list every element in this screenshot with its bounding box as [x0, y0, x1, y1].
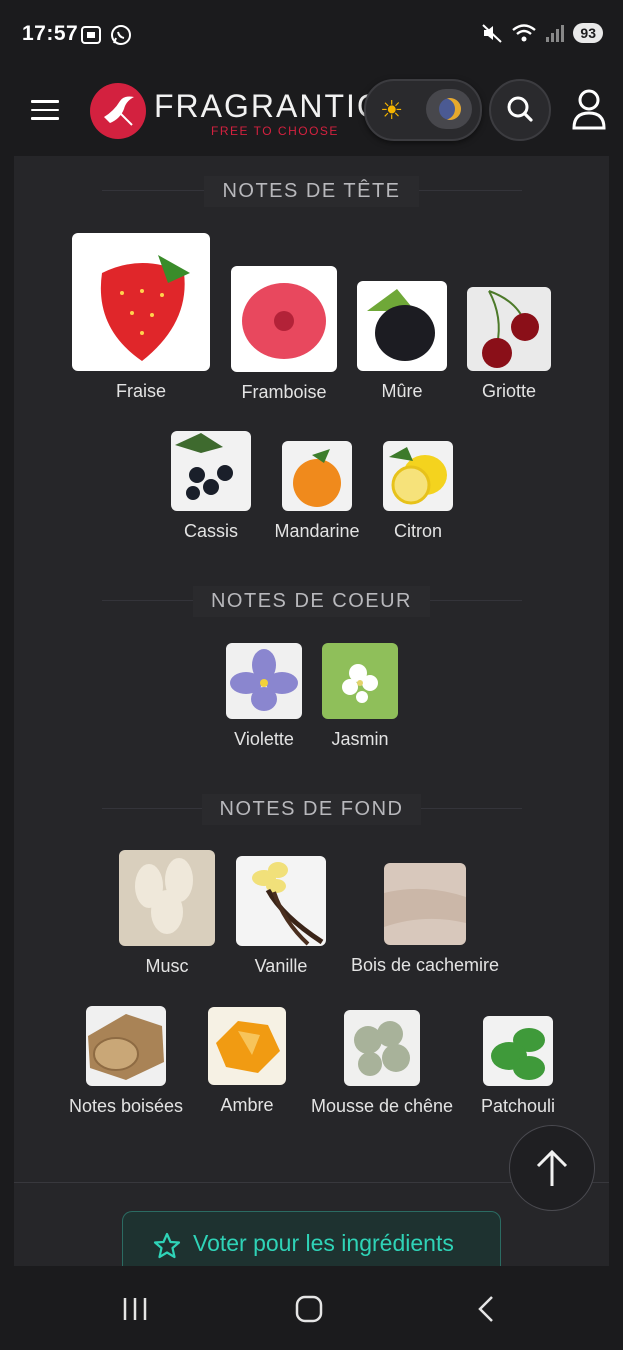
note-mure[interactable]: Mûre [355, 281, 449, 402]
section-title-heart-notes: NOTES DE COEUR [14, 586, 609, 617]
jasmine-icon [322, 643, 398, 719]
note-label: Cassis [183, 521, 238, 541]
note-patchouli[interactable]: Patchouli [477, 1016, 559, 1117]
note-label: Violette [234, 729, 294, 749]
note-label: Vanille [254, 956, 308, 976]
home-icon[interactable] [294, 1294, 324, 1324]
status-time: 17:57 [22, 22, 79, 45]
signal-icon [546, 25, 565, 42]
note-mousse-de-chene[interactable]: Mousse de chêne [307, 1010, 457, 1117]
screenshot-icon [81, 26, 101, 44]
wood-icon [86, 1006, 166, 1086]
note-label: Citron [393, 521, 442, 541]
star-icon [153, 1232, 181, 1259]
section-title-base-notes: NOTES DE FOND [14, 794, 609, 825]
note-label: Griotte [481, 381, 537, 401]
battery-indicator: 93 [573, 23, 603, 43]
note-bois-de-cachemire[interactable]: Bois de cachemire [344, 863, 506, 976]
note-vanille[interactable]: Vanille [233, 856, 329, 977]
site-header: FRAGRANTICA FREE TO CHOOSE ☀ [0, 66, 623, 156]
note-label: Framboise [241, 382, 327, 402]
blackcurrant-icon [171, 431, 251, 511]
strawberry-icon [72, 233, 210, 371]
recent-apps-icon[interactable] [120, 1294, 150, 1324]
logo-tagline: FREE TO CHOOSE [211, 124, 339, 138]
back-icon[interactable] [472, 1294, 502, 1324]
note-label: Patchouli [480, 1096, 556, 1116]
amber-icon [208, 1007, 286, 1085]
user-account-button[interactable] [570, 88, 608, 130]
note-label: Bois de cachemire [350, 955, 500, 975]
note-ambre[interactable]: Ambre [207, 1007, 287, 1116]
note-mandarine[interactable]: Mandarine [272, 441, 362, 542]
oakmoss-icon [344, 1010, 420, 1086]
blackberry-icon [357, 281, 447, 371]
section-title-top-notes: NOTES DE TÊTE [14, 176, 609, 207]
note-framboise[interactable]: Framboise [229, 266, 339, 403]
note-label: Musc [145, 956, 189, 976]
search-icon [507, 96, 533, 122]
moon-icon [439, 98, 461, 120]
arrow-up-icon [536, 1149, 568, 1186]
cashmere-wood-icon [384, 863, 466, 945]
note-griotte[interactable]: Griotte [464, 287, 554, 402]
notes-pyramid-card: NOTES DE TÊTE Fraise Framboise Mûre Grio… [14, 156, 609, 1266]
vote-button-label: Voter pour les ingrédients [193, 1230, 454, 1256]
menu-icon[interactable] [31, 100, 59, 122]
scroll-to-top-button[interactable] [509, 1125, 595, 1211]
logo-icon[interactable] [90, 83, 146, 139]
moon-toggle-knob [426, 89, 472, 129]
mandarin-icon [282, 441, 352, 511]
note-label: Ambre [220, 1095, 274, 1115]
sun-icon: ☀ [380, 95, 404, 125]
lemon-icon [383, 441, 453, 511]
cherry-icon [467, 287, 551, 371]
note-citron[interactable]: Citron [379, 441, 457, 542]
status-bar: 17:57 93 [0, 0, 623, 66]
note-notes-boisees[interactable]: Notes boisées [64, 1006, 188, 1117]
musk-icon [119, 850, 215, 946]
whatsapp-icon [111, 25, 131, 45]
theme-toggle[interactable]: ☀ [364, 79, 482, 141]
search-button[interactable] [489, 79, 551, 141]
system-navigation-bar [0, 1266, 623, 1350]
note-jasmin[interactable]: Jasmin [320, 643, 400, 750]
wifi-icon [512, 24, 537, 42]
note-label: Fraise [115, 381, 166, 401]
note-label: Jasmin [331, 729, 389, 749]
raspberry-icon [231, 266, 337, 372]
note-cassis[interactable]: Cassis [169, 431, 253, 542]
patchouli-icon [483, 1016, 553, 1086]
note-label: Mûre [381, 381, 423, 401]
vanilla-icon [236, 856, 326, 946]
note-label: Notes boisées [68, 1096, 184, 1116]
note-violette[interactable]: Violette [219, 643, 309, 750]
note-fraise[interactable]: Fraise [71, 233, 211, 402]
note-label: Mandarine [274, 521, 360, 541]
violet-icon [226, 643, 302, 719]
vote-ingredients-button[interactable]: Voter pour les ingrédients [122, 1211, 501, 1266]
note-musc[interactable]: Musc [118, 850, 216, 977]
user-icon [572, 89, 606, 130]
note-label: Mousse de chêne [310, 1096, 454, 1116]
mute-icon [482, 24, 503, 43]
